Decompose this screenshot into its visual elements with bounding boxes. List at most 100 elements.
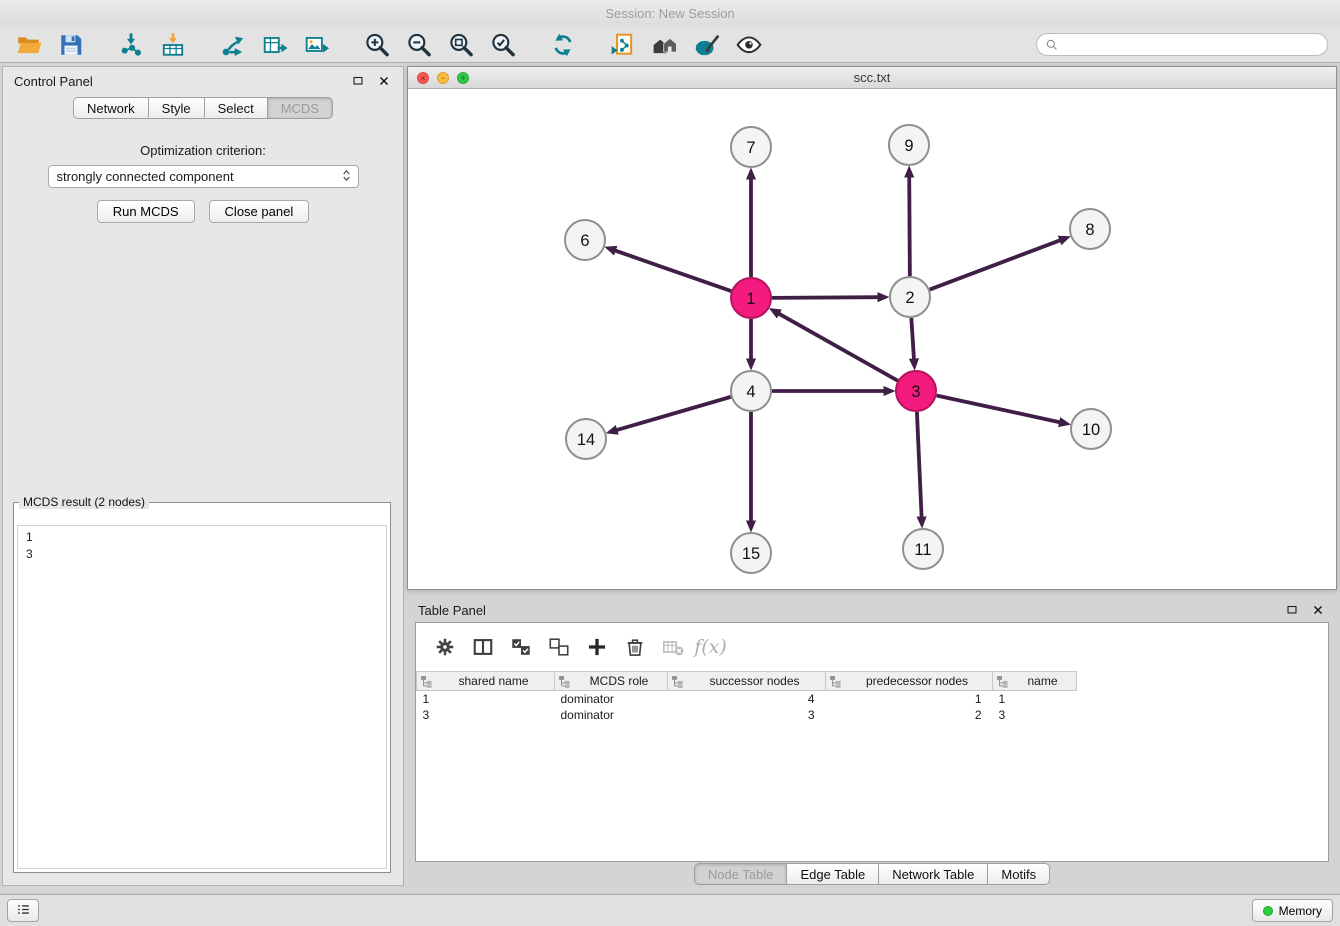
edge-3-1[interactable] xyxy=(779,314,898,381)
tab-select[interactable]: Select xyxy=(204,97,268,119)
import-table-button[interactable] xyxy=(156,30,190,60)
column-header-successor-nodes[interactable]: successor nodes xyxy=(668,672,826,691)
columns-button[interactable] xyxy=(468,633,497,662)
deselect-all-button[interactable] xyxy=(544,633,573,662)
table-panel-title: Table Panel xyxy=(418,603,486,618)
graph-node-2[interactable]: 2 xyxy=(890,277,930,317)
graph-node-11[interactable]: 11 xyxy=(903,529,943,569)
control-panel: Control Panel NetworkStyleSelectMCDS Opt… xyxy=(2,66,404,886)
table-cell[interactable]: dominator xyxy=(555,707,668,723)
zoom-selected-button[interactable] xyxy=(486,30,520,60)
tab-mcds[interactable]: MCDS xyxy=(267,97,333,119)
run-mcds-button[interactable]: Run MCDS xyxy=(97,200,195,223)
table-cell[interactable]: 1 xyxy=(417,691,555,707)
memory-button[interactable]: Memory xyxy=(1252,899,1333,922)
select-all-button[interactable] xyxy=(506,633,535,662)
table-panel: Table Panel f(x) shared nameMCDS rolesuc… xyxy=(407,596,1337,886)
svg-text:1: 1 xyxy=(746,290,755,308)
zoom-in-icon xyxy=(364,32,390,58)
edge-1-6[interactable] xyxy=(615,251,731,292)
zoom-fit-icon xyxy=(448,32,474,58)
close-panel-action-button[interactable]: Close panel xyxy=(209,200,310,223)
column-header-shared-name[interactable]: shared name xyxy=(417,672,555,691)
table-cell[interactable]: 1 xyxy=(993,691,1077,707)
graph-node-9[interactable]: 9 xyxy=(889,125,929,165)
table-tab-motifs[interactable]: Motifs xyxy=(987,863,1050,885)
table-tab-node-table[interactable]: Node Table xyxy=(694,863,788,885)
save-button[interactable] xyxy=(54,30,88,60)
export-table-button[interactable] xyxy=(258,30,292,60)
graph-node-7[interactable]: 7 xyxy=(731,127,771,167)
table-tab-edge-table[interactable]: Edge Table xyxy=(786,863,879,885)
close-window-button[interactable] xyxy=(417,72,429,84)
table-cell[interactable]: 4 xyxy=(668,691,826,707)
home-button[interactable] xyxy=(648,30,682,60)
table-row[interactable]: 1dominator411 xyxy=(417,691,1329,707)
export-image-button[interactable] xyxy=(300,30,334,60)
table-cell[interactable]: 1 xyxy=(826,691,993,707)
table-cell[interactable]: 3 xyxy=(668,707,826,723)
first-neighbors-button[interactable] xyxy=(216,30,250,60)
close-panel-button[interactable] xyxy=(375,73,392,90)
column-header-predecessor-nodes[interactable]: predecessor nodes xyxy=(826,672,993,691)
graph-node-15[interactable]: 15 xyxy=(731,533,771,573)
graph-node-14[interactable]: 14 xyxy=(566,419,606,459)
tab-network[interactable]: Network xyxy=(73,97,149,119)
mcds-result-box: MCDS result (2 nodes) 13 xyxy=(13,495,391,873)
float-table-panel-button[interactable] xyxy=(1283,602,1300,619)
network-canvas[interactable]: 7 9 6 8 1 2 4 3 14 10 15 11 xyxy=(408,89,1336,589)
window-title: Session: New Session xyxy=(605,6,734,21)
delete-row-button[interactable] xyxy=(620,633,649,662)
edge-3-11[interactable] xyxy=(917,412,922,517)
edge-1-2[interactable] xyxy=(772,297,878,298)
table-row[interactable]: 3dominator323 xyxy=(417,707,1329,723)
column-label: predecessor nodes xyxy=(866,674,968,688)
graph-node-3[interactable]: 3 xyxy=(896,371,936,411)
table-tab-network-table[interactable]: Network Table xyxy=(878,863,988,885)
zoom-selected-icon xyxy=(490,32,516,58)
network-window-titlebar[interactable]: scc.txt xyxy=(408,67,1336,89)
table-cell[interactable]: 3 xyxy=(993,707,1077,723)
open-folder-button[interactable] xyxy=(12,30,46,60)
edge-3-10[interactable] xyxy=(937,395,1060,422)
export-network-button[interactable] xyxy=(606,30,640,60)
add-row-button[interactable] xyxy=(582,633,611,662)
minimize-window-button[interactable] xyxy=(437,72,449,84)
optimization-criterion-label: Optimization criterion: xyxy=(3,143,403,158)
zoom-out-button[interactable] xyxy=(402,30,436,60)
tab-style[interactable]: Style xyxy=(148,97,205,119)
zoom-window-button[interactable] xyxy=(457,72,469,84)
search-box[interactable] xyxy=(1036,33,1328,56)
status-bar: Memory xyxy=(0,894,1340,926)
import-network-button[interactable] xyxy=(114,30,148,60)
gear-button[interactable] xyxy=(430,633,459,662)
optimization-criterion-select[interactable]: strongly connected component xyxy=(48,165,359,188)
zoom-fit-button[interactable] xyxy=(444,30,478,60)
search-input[interactable] xyxy=(1064,38,1319,52)
graph-node-4[interactable]: 4 xyxy=(731,371,771,411)
edge-2-8[interactable] xyxy=(930,240,1060,289)
table-cell[interactable]: 3 xyxy=(417,707,555,723)
mcds-result-line: 3 xyxy=(26,546,386,563)
table-cell[interactable]: 2 xyxy=(826,707,993,723)
show-details-eye-button[interactable] xyxy=(732,30,766,60)
column-header-name[interactable]: name xyxy=(993,672,1077,691)
task-history-button[interactable] xyxy=(7,899,39,922)
close-table-panel-button[interactable] xyxy=(1309,602,1326,619)
edge-2-9[interactable] xyxy=(909,177,910,276)
edge-4-14[interactable] xyxy=(617,397,731,430)
column-header-MCDS-role[interactable]: MCDS role xyxy=(555,672,668,691)
graph-node-8[interactable]: 8 xyxy=(1070,209,1110,249)
edge-2-3[interactable] xyxy=(911,318,914,359)
graph-node-10[interactable]: 10 xyxy=(1071,409,1111,449)
style-brush-button[interactable] xyxy=(690,30,724,60)
graph-node-6[interactable]: 6 xyxy=(565,220,605,260)
mcds-result-list[interactable]: 13 xyxy=(17,525,387,869)
node-table-card: f(x) shared nameMCDS rolesuccessor nodes… xyxy=(415,622,1329,862)
float-panel-button[interactable] xyxy=(349,73,366,90)
apply-layout-button[interactable] xyxy=(546,30,580,60)
control-panel-header: Control Panel xyxy=(3,67,403,95)
graph-node-1[interactable]: 1 xyxy=(731,278,771,318)
zoom-in-button[interactable] xyxy=(360,30,394,60)
table-cell[interactable]: dominator xyxy=(555,691,668,707)
